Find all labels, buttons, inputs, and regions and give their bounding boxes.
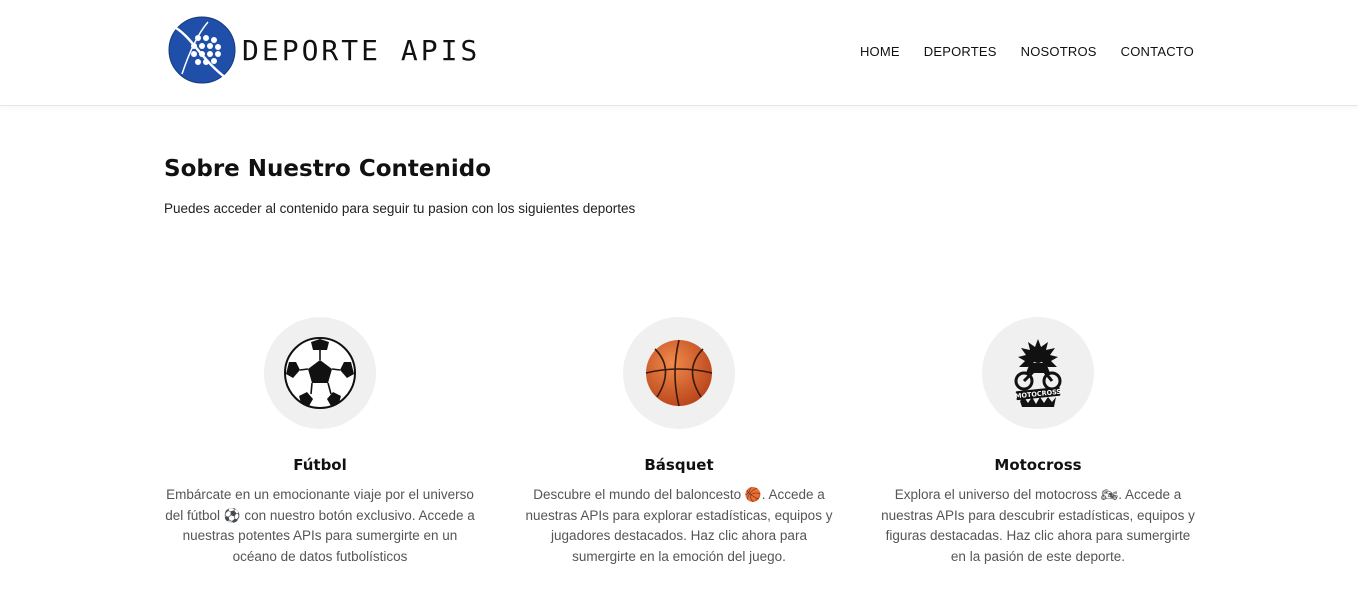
section-subtitle: Puedes acceder al contenido para seguir … [164, 201, 636, 216]
card-icon-container: MOTOCROSS [982, 317, 1094, 429]
card-motocross[interactable]: MOTOCROSS Motocross Explora el universo … [873, 317, 1203, 567]
nav-home[interactable]: HOME [860, 44, 900, 59]
card-icon-container [623, 317, 735, 429]
nav-deportes[interactable]: DEPORTES [924, 44, 997, 59]
card-description: Descubre el mundo del baloncesto 🏀. Acce… [525, 487, 833, 564]
nav-nosotros[interactable]: NOSOTROS [1021, 44, 1097, 59]
card-title: Fútbol [293, 456, 347, 474]
card-title: Básquet [644, 456, 714, 474]
nav-contacto[interactable]: CONTACTO [1121, 44, 1194, 59]
basketball-icon [645, 339, 713, 407]
section-title: Sobre Nuestro Contenido [164, 156, 492, 182]
card-icon-container [264, 317, 376, 429]
card-title: Motocross [994, 456, 1082, 474]
brand-logo[interactable]: DEPORTE APIS [168, 16, 477, 84]
card-basquet[interactable]: Básquet Descubre el mundo del baloncesto… [514, 317, 844, 567]
main-nav: HOME DEPORTES NOSOTROS CONTACTO [860, 44, 1194, 59]
brand-name: DEPORTE APIS [242, 33, 481, 67]
logo-globe-icon [168, 16, 236, 84]
motocross-icon: MOTOCROSS [1014, 339, 1062, 407]
card-futbol[interactable]: Fútbol Embárcate en un emocionante viaje… [155, 317, 485, 567]
soccer-ball-icon [284, 337, 356, 409]
card-description: Embárcate en un emocionante viaje por el… [165, 487, 475, 564]
site-header: DEPORTE APIS HOME DEPORTES NOSOTROS CONT… [0, 0, 1358, 106]
card-description: Explora el universo del motocross 🏍. Acc… [881, 487, 1195, 564]
